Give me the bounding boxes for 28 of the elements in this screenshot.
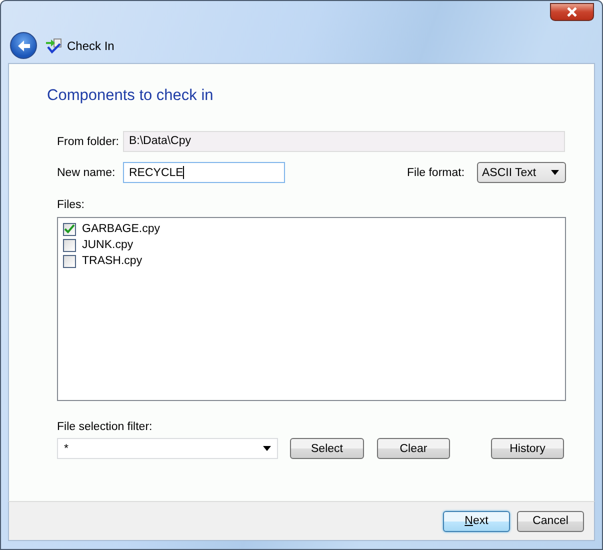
field-label: New name:: [57, 166, 116, 178]
default-button[interactable]: Next: [443, 510, 510, 532]
filter-combobox[interactable]: *: [57, 438, 278, 459]
checkbox[interactable]: [63, 254, 76, 268]
file-name[interactable]: TRASH.cpy: [82, 255, 142, 267]
filter-button[interactable]: Clear: [377, 438, 450, 459]
format-dropdown[interactable]: ASCII Text: [477, 162, 566, 183]
dropdown-arrow-icon: [263, 446, 271, 451]
check-in-icon: [45, 38, 63, 54]
filter-button[interactable]: History: [491, 438, 564, 459]
field-label: From folder:: [57, 136, 120, 148]
close-button[interactable]: [550, 3, 594, 21]
checkbox[interactable]: [63, 222, 76, 236]
page-heading: Components to check in: [47, 87, 214, 105]
file-name[interactable]: JUNK.cpy: [82, 239, 134, 251]
filter-label: File selection filter:: [57, 421, 154, 433]
filter-button[interactable]: Select: [290, 438, 364, 459]
footer-button[interactable]: Cancel: [517, 510, 584, 532]
window-title: Check In: [67, 38, 114, 52]
checkbox[interactable]: [63, 238, 76, 252]
files-label: Files:: [57, 199, 86, 211]
field-label: File format:: [407, 166, 466, 178]
back-arrow-icon: [16, 38, 32, 52]
dropdown-arrow-icon: [551, 170, 559, 175]
name-field[interactable]: RECYCLE: [123, 162, 285, 183]
file-name[interactable]: GARBAGE.cpy: [82, 223, 160, 235]
back-button[interactable]: [10, 32, 37, 59]
close-icon: [565, 7, 579, 17]
